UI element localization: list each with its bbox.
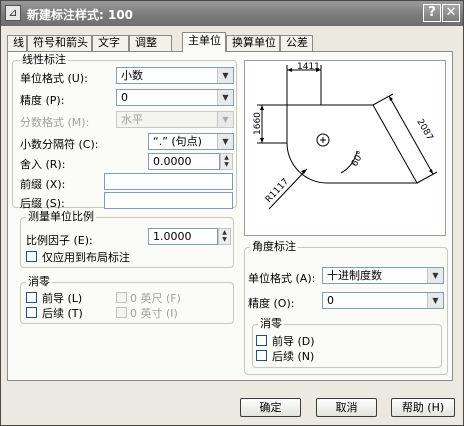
fraction-format-select[interactable]: 水平 ▼: [116, 111, 234, 128]
spin-up-icon: ▲: [222, 229, 227, 236]
help-title-button[interactable]: ?: [423, 4, 441, 22]
unit-format-label: 单位格式 (U):: [20, 72, 88, 85]
chevron-down-icon: ▼: [427, 293, 443, 308]
spin-down-icon: ▼: [222, 236, 227, 243]
angular-zero-suppression-label: 消零: [258, 317, 284, 330]
angular-trailing-zero-label: 后续 (N): [272, 350, 315, 363]
leading-zero-label: 前导 (L): [42, 292, 83, 305]
precision-value: 0: [121, 91, 128, 104]
trailing-zero-checkbox[interactable]: [26, 307, 37, 318]
angular-unit-format-select[interactable]: 十进制度数 ▼: [322, 267, 444, 284]
zero-inches-checkbox[interactable]: [116, 307, 127, 318]
suffix-label: 后缀 (S):: [20, 197, 65, 210]
tab-symbols-arrows[interactable]: 符号和箭头: [27, 35, 92, 51]
right-dimension-text: 2087: [414, 118, 434, 143]
linear-group-label: 线性标注: [20, 53, 68, 66]
part-outline: [286, 104, 418, 184]
angular-precision-label: 精度 (O):: [248, 297, 295, 310]
leading-zero-checkbox[interactable]: [26, 292, 37, 303]
spin-down-icon: ▼: [224, 161, 229, 168]
decimal-separator-label: 小数分隔符 (C):: [20, 138, 99, 151]
chevron-down-icon: ▼: [217, 90, 233, 105]
preview-pane: 1411 1660 2087 60° R1117: [244, 60, 446, 236]
fraction-format-value: 水平: [121, 113, 143, 126]
layout-only-label: 仅应用到布局标注: [42, 251, 130, 264]
top-dimension-text: 1411: [297, 62, 320, 72]
chevron-down-icon: ▼: [217, 68, 233, 83]
zero-feet-checkbox[interactable]: [116, 292, 127, 303]
decimal-separator-value: “.” (句点): [153, 135, 202, 148]
trailing-zero-label: 后续 (T): [42, 307, 83, 320]
angular-precision-value: 0: [327, 294, 334, 307]
left-dimension-text: 1660: [253, 112, 263, 135]
close-button[interactable]: ✕: [442, 4, 460, 22]
window-title: 新建标注样式: 100: [27, 8, 134, 22]
spin-up-icon: ▲: [224, 154, 229, 161]
round-off-input[interactable]: 0.0000: [148, 153, 220, 170]
tab-lines[interactable]: 线: [7, 35, 27, 51]
title-bar[interactable]: ⊿ 新建标注样式: 100 ? ✕: [1, 1, 463, 26]
cancel-button[interactable]: 取消: [316, 398, 377, 417]
tab-tolerances[interactable]: 公差: [280, 35, 313, 51]
tab-primary-units[interactable]: 主单位: [182, 32, 226, 52]
tab-alternate-units[interactable]: 换算单位: [226, 35, 280, 51]
scale-factor-label: 比例因子 (E):: [26, 234, 93, 247]
angular-leading-zero-label: 前导 (D): [272, 335, 315, 348]
ok-button[interactable]: 确定: [240, 398, 301, 417]
angular-unit-format-value: 十进制度数: [327, 269, 382, 282]
angular-unit-format-label: 单位格式 (A):: [248, 272, 316, 285]
precision-select[interactable]: 0 ▼: [116, 89, 234, 106]
dialog-window: ⊿ 新建标注样式: 100 ? ✕ 线 符号和箭头 文字 调整 主单位 换算单位…: [0, 0, 464, 426]
precision-label: 精度 (P):: [20, 94, 65, 107]
tab-text[interactable]: 文字: [92, 35, 129, 51]
scale-factor-input[interactable]: 1.0000: [148, 228, 218, 245]
scale-factor-spinner[interactable]: ▲ ▼: [218, 228, 231, 245]
scale-group-label: 测量单位比例: [26, 210, 96, 223]
unit-format-select[interactable]: 小数 ▼: [116, 67, 234, 84]
zero-feet-label: 0 英尺 (F): [130, 292, 181, 305]
chevron-down-icon: ▼: [217, 112, 233, 127]
unit-format-value: 小数: [121, 69, 143, 82]
chevron-down-icon: ▼: [427, 268, 443, 283]
prefix-input[interactable]: [104, 173, 233, 190]
round-off-label: 舍入 (R):: [20, 158, 66, 171]
app-icon: ⊿: [5, 5, 21, 21]
fraction-format-label: 分数格式 (M):: [20, 116, 90, 129]
prefix-label: 前缀 (X):: [20, 178, 66, 191]
tab-fit[interactable]: 调整: [129, 35, 172, 51]
angle-dimension-text: 60°: [350, 150, 367, 169]
suffix-input[interactable]: [104, 192, 233, 209]
decimal-separator-select[interactable]: “.” (句点) ▼: [148, 133, 234, 150]
round-off-spinner[interactable]: ▲ ▼: [220, 153, 233, 170]
help-button[interactable]: 帮助 (H): [391, 398, 455, 417]
angular-precision-select[interactable]: 0 ▼: [322, 292, 444, 309]
zero-suppression-label: 消零: [26, 275, 52, 288]
zero-inches-label: 0 英寸 (I): [130, 307, 178, 320]
layout-only-checkbox[interactable]: [26, 251, 37, 262]
chevron-down-icon: ▼: [217, 134, 233, 149]
tab-panel: 线性标注 单位格式 (U): 小数 ▼ 精度 (P): 0 ▼ 分数格式 (M)…: [7, 51, 453, 381]
angular-trailing-zero-checkbox[interactable]: [256, 350, 267, 361]
radius-dimension-text: R1117: [264, 177, 291, 205]
angular-leading-zero-checkbox[interactable]: [256, 335, 267, 346]
preview-drawing: 1411 1660 2087 60° R1117: [253, 62, 438, 210]
angular-group-label: 角度标注: [250, 240, 298, 253]
